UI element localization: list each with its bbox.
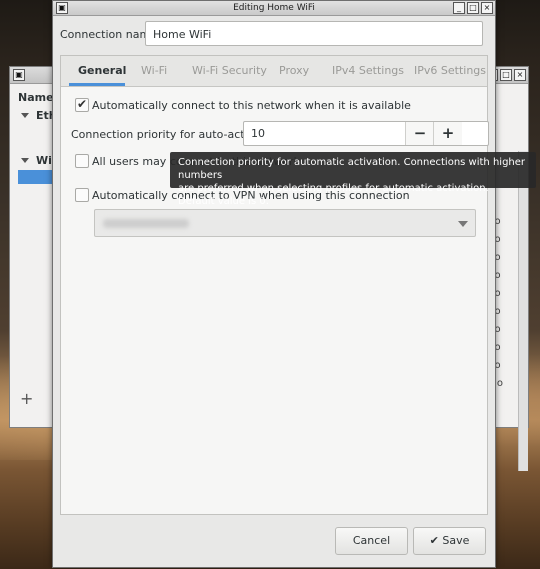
autoconnect-label[interactable]: Automatically connect to this network wh… — [92, 99, 411, 112]
tooltip-line-1: Connection priority for automatic activa… — [178, 157, 526, 181]
vpn-autoconnect-checkbox[interactable] — [75, 188, 89, 202]
tab-ipv6-settings[interactable]: IPv6 Settings — [414, 56, 486, 86]
checkmark-icon: ✔ — [429, 534, 439, 547]
close-icon[interactable]: × — [514, 69, 526, 81]
chevron-down-icon — [458, 221, 468, 227]
decrement-button[interactable]: − — [405, 122, 434, 145]
tab-ipv4-settings[interactable]: IPv4 Settings — [332, 56, 404, 86]
maximize-icon[interactable]: □ — [500, 69, 512, 81]
tooltip-line-2: are preferred when selecting profiles fo… — [178, 183, 489, 207]
tab-wifi-security[interactable]: Wi-Fi Security — [192, 56, 267, 86]
active-tab-indicator — [69, 83, 125, 86]
priority-spinbutton[interactable]: 10 − + — [243, 121, 489, 146]
tab-proxy[interactable]: Proxy — [279, 56, 309, 86]
connection-name-input[interactable]: Home WiFi — [145, 21, 483, 46]
increment-button[interactable]: + — [433, 122, 462, 145]
window-menu-icon[interactable]: ▣ — [13, 69, 25, 81]
save-label: Save — [442, 534, 470, 547]
expand-ethernet-icon[interactable] — [21, 113, 29, 118]
vpn-connection-select[interactable] — [94, 209, 476, 237]
cancel-button[interactable]: Cancel — [335, 527, 408, 555]
add-connection-button[interactable]: + — [20, 389, 33, 408]
tab-bar: General Wi-Fi Wi-Fi Security Proxy IPv4 … — [61, 56, 487, 87]
dialog-title: Editing Home WiFi — [233, 3, 315, 13]
priority-value[interactable]: 10 — [251, 122, 265, 145]
maximize-icon[interactable]: □ — [467, 2, 479, 14]
minimize-icon[interactable]: _ — [453, 2, 465, 14]
priority-tooltip: Connection priority for automatic activa… — [170, 152, 536, 207]
tab-wifi[interactable]: Wi-Fi — [141, 56, 167, 86]
close-icon[interactable]: × — [481, 2, 493, 14]
all-users-checkbox[interactable] — [75, 154, 89, 168]
dialog-titlebar: ▣ Editing Home WiFi _ □ × — [53, 1, 495, 16]
window-menu-icon[interactable]: ▣ — [56, 2, 68, 14]
autoconnect-checkbox[interactable] — [75, 97, 89, 112]
name-column-header[interactable]: Name — [18, 91, 54, 104]
editing-dialog: ▣ Editing Home WiFi _ □ × Connection nam… — [52, 0, 496, 568]
tab-general[interactable]: General — [78, 56, 126, 86]
expand-wifi-icon[interactable] — [21, 158, 29, 163]
vpn-selected-value — [103, 219, 189, 228]
settings-notebook: General Wi-Fi Wi-Fi Security Proxy IPv4 … — [60, 55, 489, 515]
save-button[interactable]: ✔ Save — [413, 527, 486, 555]
